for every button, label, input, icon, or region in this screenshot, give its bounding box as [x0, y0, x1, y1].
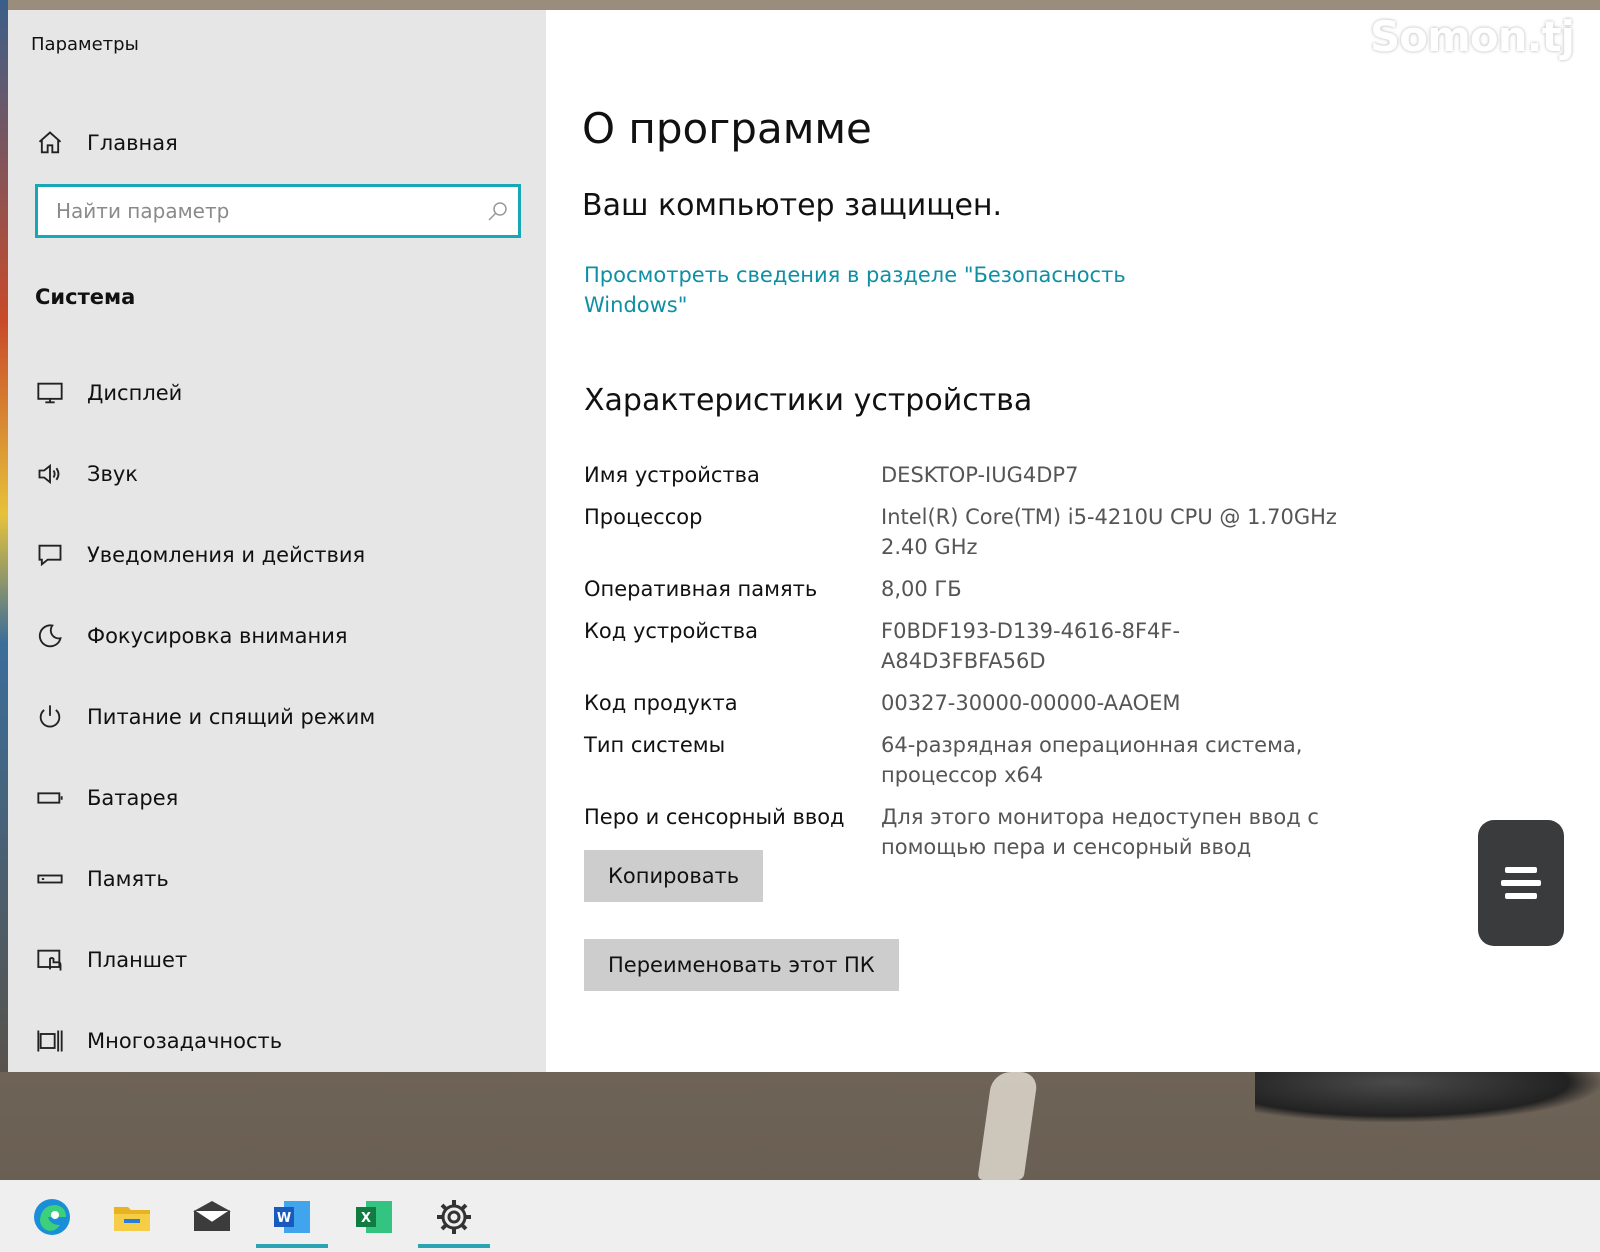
- spec-row-system-type: Тип системы 64-разрядная операционная си…: [584, 730, 1384, 790]
- spec-value: Для этого монитора недоступен ввод с пом…: [881, 805, 1319, 859]
- spec-key: Тип системы: [584, 733, 726, 757]
- home-icon: [35, 128, 65, 158]
- battery-icon: [35, 783, 65, 813]
- search-icon[interactable]: [478, 199, 518, 223]
- device-specs-title: Характеристики устройства: [584, 383, 1033, 418]
- storage-icon: [35, 864, 65, 894]
- spec-value: 8,00 ГБ: [881, 577, 962, 601]
- page-title: О программе: [582, 104, 872, 153]
- hamburger-menu-icon: [1501, 867, 1541, 899]
- rename-pc-button[interactable]: Переименовать этот ПК: [584, 939, 899, 991]
- sidebar-item-label: Звук: [87, 462, 138, 486]
- sidebar-item-label: Многозадачность: [87, 1029, 283, 1053]
- mail-icon: [193, 1201, 231, 1231]
- word-icon: W: [274, 1201, 310, 1233]
- spec-value: Intel(R) Core(TM) i5-4210U CPU @ 1.70GHz…: [881, 505, 1337, 559]
- spec-key: Имя устройства: [584, 463, 760, 487]
- floating-menu-button[interactable]: [1478, 820, 1564, 946]
- sidebar-item-label: Уведомления и действия: [87, 543, 366, 567]
- edge-icon: [34, 1199, 70, 1235]
- taskbar-settings[interactable]: [414, 1188, 494, 1248]
- spec-value: F0BDF193-D139-4616-8F4F-A84D3FBFA56D: [881, 619, 1181, 673]
- sidebar-item-label: Фокусировка внимания: [87, 624, 348, 648]
- sidebar-item-storage[interactable]: Память: [35, 859, 375, 899]
- spec-key: Код устройства: [584, 619, 759, 643]
- spec-value: DESKTOP-IUG4DP7: [881, 463, 1079, 487]
- sidebar-item-label: Питание и спящий режим: [87, 705, 376, 729]
- spec-value: 64-разрядная операционная система, проце…: [881, 733, 1303, 787]
- about-content: О программе Ваш компьютер защищен. Просм…: [546, 10, 1600, 1072]
- sidebar-item-sound[interactable]: Звук: [35, 454, 375, 494]
- background-window-edge: [0, 0, 8, 1072]
- spec-key: Код продукта: [584, 691, 738, 715]
- notification-icon: [35, 540, 65, 570]
- taskbar-mail[interactable]: [172, 1188, 252, 1246]
- speaker-icon: [35, 459, 65, 489]
- spec-value: 00327-30000-00000-AAOEM: [881, 691, 1181, 715]
- sidebar-item-tablet[interactable]: Планшет: [35, 940, 375, 980]
- spec-row-device-name: Имя устройства DESKTOP-IUG4DP7: [584, 460, 1384, 490]
- settings-window: Параметры Главная Система Дисплей: [8, 10, 1600, 1072]
- taskbar-word[interactable]: W: [252, 1188, 332, 1248]
- excel-icon: X: [356, 1201, 392, 1233]
- taskbar-file-explorer[interactable]: [92, 1188, 172, 1246]
- settings-icon: [437, 1200, 471, 1234]
- watermark-logo: Somon.tj: [1370, 12, 1575, 61]
- power-icon: [35, 702, 65, 732]
- sidebar-item-power[interactable]: Питание и спящий режим: [35, 697, 375, 737]
- sidebar: Параметры Главная Система Дисплей: [8, 10, 546, 1072]
- spec-key: Оперативная память: [584, 577, 818, 601]
- nav-home-label: Главная: [87, 131, 178, 155]
- sidebar-section-title: Система: [35, 285, 136, 309]
- sidebar-nav: Дисплей Звук Уведомления и действия Фоку…: [35, 373, 375, 1072]
- sidebar-item-focus[interactable]: Фокусировка внимания: [35, 616, 375, 656]
- svg-text:X: X: [361, 1211, 371, 1226]
- sidebar-item-label: Дисплей: [87, 381, 183, 405]
- moon-icon: [35, 621, 65, 651]
- sidebar-item-display[interactable]: Дисплей: [35, 373, 375, 413]
- sidebar-item-label: Память: [87, 867, 169, 891]
- sidebar-item-label: Батарея: [87, 786, 179, 810]
- file-explorer-icon: [114, 1207, 150, 1231]
- windows-security-link[interactable]: Просмотреть сведения в разделе "Безопасн…: [584, 260, 1144, 320]
- spec-row-ram: Оперативная память 8,00 ГБ: [584, 574, 1384, 604]
- sidebar-item-multitasking[interactable]: Многозадачность: [35, 1021, 375, 1061]
- window-title: Параметры: [31, 34, 139, 55]
- display-icon: [35, 378, 65, 408]
- tablet-icon: [35, 945, 65, 975]
- spec-key: Процессор: [584, 505, 703, 529]
- taskbar: W X: [0, 1180, 1600, 1252]
- sidebar-item-notifications[interactable]: Уведомления и действия: [35, 535, 375, 575]
- protection-status: Ваш компьютер защищен.: [582, 188, 1003, 223]
- spec-row-processor: Процессор Intel(R) Core(TM) i5-4210U CPU…: [584, 502, 1384, 562]
- nav-home[interactable]: Главная: [35, 123, 178, 163]
- multitasking-icon: [35, 1026, 65, 1056]
- sidebar-item-battery[interactable]: Батарея: [35, 778, 375, 818]
- taskbar-excel[interactable]: X: [334, 1188, 414, 1246]
- spec-row-product-id: Код продукта 00327-30000-00000-AAOEM: [584, 688, 1384, 718]
- svg-text:W: W: [277, 1211, 291, 1226]
- taskbar-edge[interactable]: [12, 1188, 92, 1246]
- device-specs-table: Имя устройства DESKTOP-IUG4DP7 Процессор…: [584, 460, 1384, 874]
- wallpaper-car: [1255, 1072, 1600, 1122]
- search-box[interactable]: [35, 184, 521, 238]
- search-input[interactable]: [38, 187, 478, 235]
- sidebar-item-label: Планшет: [87, 948, 188, 972]
- spec-row-device-id: Код устройства F0BDF193-D139-4616-8F4F-A…: [584, 616, 1384, 676]
- copy-button[interactable]: Копировать: [584, 850, 764, 902]
